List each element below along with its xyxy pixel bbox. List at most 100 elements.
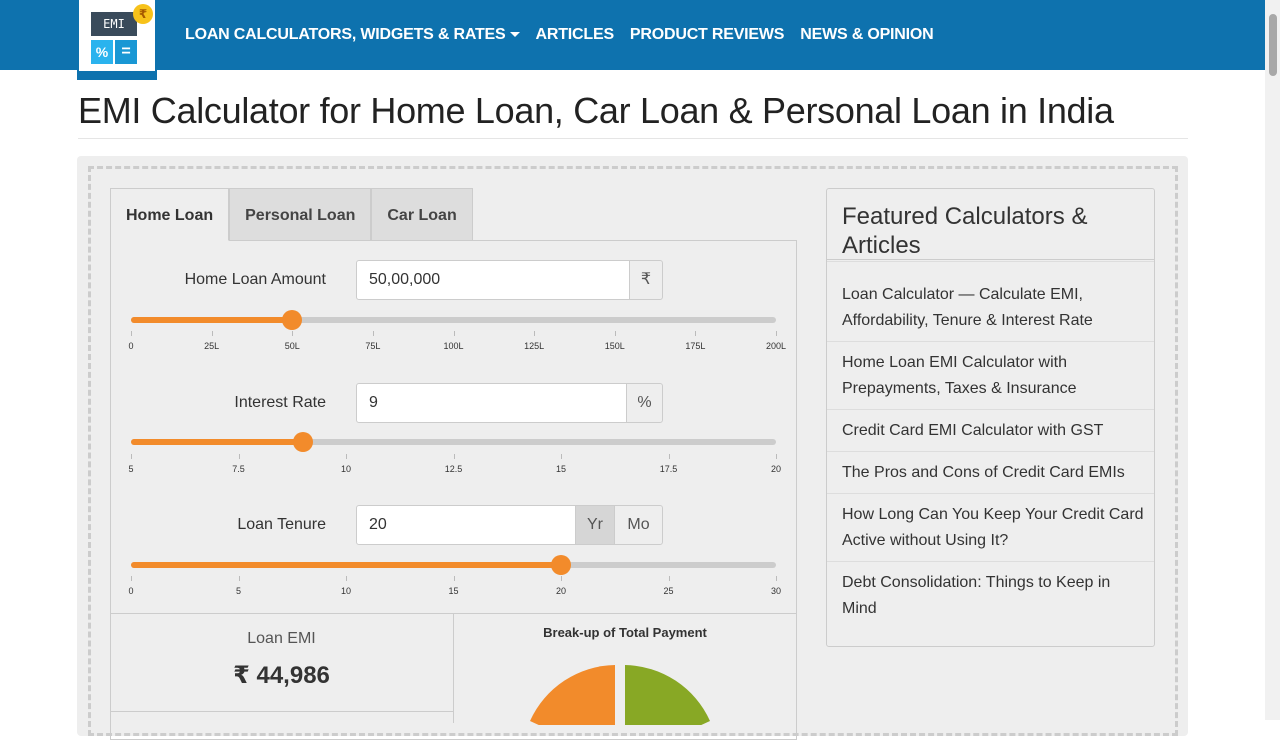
loan-tenure-input[interactable]: 20 bbox=[356, 505, 576, 545]
nav-loan-calculators-label: LOAN CALCULATORS, WIDGETS & RATES bbox=[185, 26, 506, 43]
loan-tenure-slider-handle[interactable] bbox=[551, 555, 572, 575]
rupee-coin-icon: ₹ bbox=[133, 4, 153, 24]
sidebar-separator bbox=[827, 409, 1154, 410]
sidebar-item-credit-card-emi[interactable]: Credit Card EMI Calculator with GST bbox=[842, 418, 1147, 444]
loan-tenure-slider-fill bbox=[131, 562, 562, 568]
nav-news-opinion[interactable]: NEWS & OPINION bbox=[800, 26, 933, 44]
sidebar-item-loan-calculator[interactable]: Loan Calculator — Calculate EMI, Afforda… bbox=[842, 282, 1147, 334]
site-logo[interactable]: EMI ₹ % = bbox=[77, 0, 157, 80]
slider-tick-label: 20 bbox=[555, 586, 567, 596]
slider-tick bbox=[453, 331, 455, 336]
interest-rate-scale: 5 7.5 10 12.5 15 17.5 20 bbox=[128, 454, 781, 474]
slider-tick bbox=[776, 331, 777, 336]
slider-tick-label: 30 bbox=[770, 586, 782, 596]
nav-articles[interactable]: ARTICLES bbox=[536, 26, 615, 44]
loan-type-tabs: Home Loan Personal Loan Car Loan bbox=[110, 188, 473, 241]
sidebar-separator bbox=[827, 493, 1154, 494]
payment-breakup-pie-chart bbox=[530, 665, 710, 725]
main-nav: LOAN CALCULATORS, WIDGETS & RATES ARTICL… bbox=[185, 0, 950, 70]
slider-tick-label: 25L bbox=[204, 341, 220, 351]
nav-product-reviews[interactable]: PRODUCT REVIEWS bbox=[630, 26, 785, 44]
slider-tick bbox=[776, 454, 777, 459]
slider-tick-label: 125L bbox=[524, 341, 545, 351]
slider-tick-label: 20 bbox=[770, 464, 782, 474]
slider-tick bbox=[292, 331, 294, 336]
slider-tick-label: 10 bbox=[340, 464, 352, 474]
sidebar-title: Featured Calculators & Articles bbox=[842, 203, 1088, 259]
page-title: EMI Calculator for Home Loan, Car Loan &… bbox=[78, 90, 1188, 139]
slider-tick bbox=[668, 576, 670, 581]
slider-tick bbox=[131, 454, 132, 459]
slider-tick bbox=[534, 331, 536, 336]
slider-tick bbox=[346, 576, 347, 581]
slider-tick bbox=[346, 454, 347, 459]
slider-tick bbox=[614, 331, 616, 336]
loan-amount-slider-fill bbox=[131, 317, 293, 323]
slider-tick bbox=[372, 331, 374, 336]
pie-slice-principal bbox=[625, 665, 710, 725]
loan-amount-input[interactable]: 50,00,000 bbox=[356, 260, 630, 300]
slider-tick-label: 12.5 bbox=[444, 464, 463, 474]
tab-personal-loan[interactable]: Personal Loan bbox=[229, 188, 372, 241]
slider-tick bbox=[211, 331, 213, 336]
loan-amount-label: Home Loan Amount bbox=[184, 271, 326, 288]
tab-car-loan[interactable]: Car Loan bbox=[371, 188, 473, 241]
slider-tick-label: 5 bbox=[128, 464, 134, 474]
sidebar-item-debt-consolidation[interactable]: Debt Consolidation: Things to Keep in Mi… bbox=[842, 570, 1147, 622]
tenure-year-toggle[interactable]: Yr bbox=[575, 505, 615, 545]
percent-key-icon: % bbox=[91, 40, 113, 64]
loan-amount-scale: 0 25L 50L 75L 100L 125L 150L 175L 200L bbox=[128, 331, 786, 351]
interest-rate-slider-handle[interactable] bbox=[293, 432, 314, 452]
slider-tick bbox=[238, 576, 240, 581]
pie-slice-interest bbox=[530, 665, 615, 725]
payment-breakup-chart-title: Break-up of Total Payment bbox=[543, 625, 707, 640]
slider-tick-label: 0 bbox=[128, 341, 134, 351]
slider-tick-label: 200L bbox=[765, 341, 787, 351]
rupee-unit-addon: ₹ bbox=[629, 260, 663, 300]
slider-tick-label: 100L bbox=[443, 341, 464, 351]
page-scrollbar[interactable] bbox=[1265, 0, 1280, 720]
slider-tick bbox=[668, 454, 670, 459]
tenure-month-toggle[interactable]: Mo bbox=[614, 505, 663, 545]
logo-screen: EMI bbox=[91, 12, 137, 36]
slider-tick bbox=[453, 576, 455, 581]
slider-tick-label: 15 bbox=[448, 586, 459, 596]
loan-tenure-label: Loan Tenure bbox=[237, 516, 326, 533]
slider-tick-label: 7.5 bbox=[232, 464, 245, 474]
sidebar-separator bbox=[827, 561, 1154, 562]
slider-tick bbox=[131, 331, 132, 336]
slider-tick bbox=[695, 331, 697, 336]
slider-tick-label: 25 bbox=[663, 586, 674, 596]
interest-rate-label: Interest Rate bbox=[234, 394, 326, 411]
sidebar-item-pros-cons[interactable]: The Pros and Cons of Credit Card EMIs bbox=[842, 460, 1147, 486]
scrollbar-thumb[interactable] bbox=[1269, 14, 1277, 76]
slider-tick-label: 50L bbox=[284, 341, 300, 351]
loan-emi-label: Loan EMI bbox=[247, 630, 316, 647]
slider-tick bbox=[238, 454, 240, 459]
sidebar-title-underline bbox=[827, 259, 1154, 262]
slider-tick-label: 5 bbox=[235, 586, 242, 596]
slider-tick bbox=[561, 454, 562, 459]
slider-tick-label: 175L bbox=[685, 341, 706, 351]
caret-down-icon bbox=[509, 32, 520, 38]
sidebar-separator bbox=[827, 451, 1154, 452]
nav-loan-calculators-dropdown[interactable]: LOAN CALCULATORS, WIDGETS & RATES bbox=[185, 26, 520, 44]
slider-tick-label: 75L bbox=[365, 341, 381, 351]
interest-rate-slider-fill bbox=[131, 439, 304, 445]
slider-tick-label: 15 bbox=[555, 464, 567, 474]
equals-key-icon: = bbox=[115, 40, 137, 64]
sidebar-item-home-loan-emi[interactable]: Home Loan EMI Calculator with Prepayment… bbox=[842, 350, 1147, 402]
loan-tenure-scale: 0 5 10 15 20 25 30 bbox=[128, 576, 781, 596]
tab-home-loan[interactable]: Home Loan bbox=[110, 188, 230, 241]
slider-tick bbox=[453, 454, 455, 459]
slider-tick-label: 150L bbox=[604, 341, 625, 351]
loan-emi-value: ₹ 44,986 bbox=[233, 662, 330, 689]
sidebar-separator bbox=[827, 341, 1154, 342]
slider-tick-label: 10 bbox=[340, 586, 352, 596]
slider-tick bbox=[776, 576, 777, 581]
slider-tick-label: 0 bbox=[128, 586, 134, 596]
slider-tick bbox=[131, 576, 132, 581]
emi-section-divider bbox=[110, 711, 453, 712]
interest-rate-input[interactable]: 9 bbox=[356, 383, 627, 423]
sidebar-item-credit-card-active[interactable]: How Long Can You Keep Your Credit Card A… bbox=[842, 502, 1147, 554]
